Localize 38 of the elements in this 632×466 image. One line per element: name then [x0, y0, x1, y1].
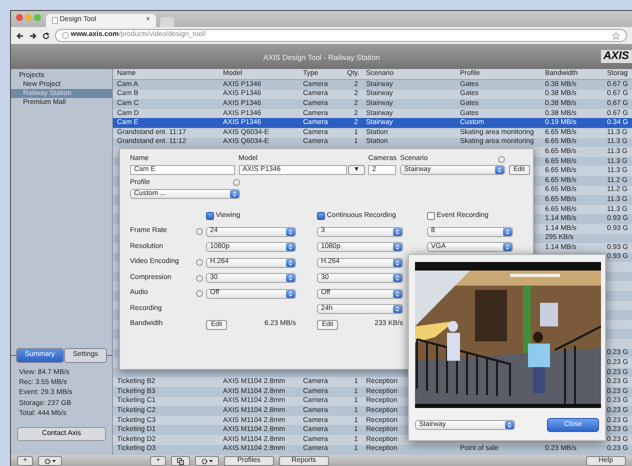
dropdown-arrows-icon	[286, 290, 295, 298]
dropdown-arrows-icon	[286, 258, 295, 267]
help-icon[interactable]	[233, 179, 240, 186]
back-icon[interactable]	[16, 32, 24, 40]
dropdown-arrows-icon	[503, 228, 512, 236]
dropdown-arrows-icon	[495, 166, 504, 174]
checkbox[interactable]	[206, 212, 214, 220]
forward-icon[interactable]	[29, 32, 37, 40]
action-menu-button[interactable]	[195, 456, 220, 466]
help-icon[interactable]	[196, 290, 203, 298]
dropdown-arrows-icon	[393, 305, 402, 314]
help-icon[interactable]	[196, 228, 203, 236]
dropdown-arrows-icon	[393, 290, 402, 298]
help-icon[interactable]	[498, 156, 506, 163]
copy-icon	[177, 458, 184, 464]
dropdown-arrows-icon	[286, 228, 295, 236]
help-icon[interactable]	[196, 259, 203, 266]
action-menu-button[interactable]	[38, 456, 62, 466]
caret-icon	[209, 459, 214, 463]
gear-icon	[201, 458, 208, 464]
dropdown-arrows-icon	[503, 243, 512, 252]
dropdown-arrows-icon	[393, 258, 402, 267]
copy-button[interactable]	[171, 456, 190, 466]
reload-icon[interactable]	[42, 32, 50, 40]
star-icon[interactable]	[612, 32, 620, 40]
dropdown-arrows-icon	[393, 228, 402, 236]
dropdown-arrows-icon	[393, 274, 402, 282]
dropdown-arrows-icon	[230, 190, 239, 198]
checkbox[interactable]	[427, 212, 435, 220]
dropdown-arrows-icon	[286, 243, 295, 252]
dropdown-arrows-icon	[505, 421, 514, 430]
checkbox[interactable]	[317, 212, 325, 220]
dropdown-arrows-icon	[393, 243, 402, 252]
gear-icon	[44, 458, 52, 464]
dropdown-arrows-icon	[286, 274, 295, 282]
caret-icon	[52, 459, 56, 463]
logo: AXIS	[601, 50, 632, 64]
help-icon[interactable]	[196, 274, 203, 282]
